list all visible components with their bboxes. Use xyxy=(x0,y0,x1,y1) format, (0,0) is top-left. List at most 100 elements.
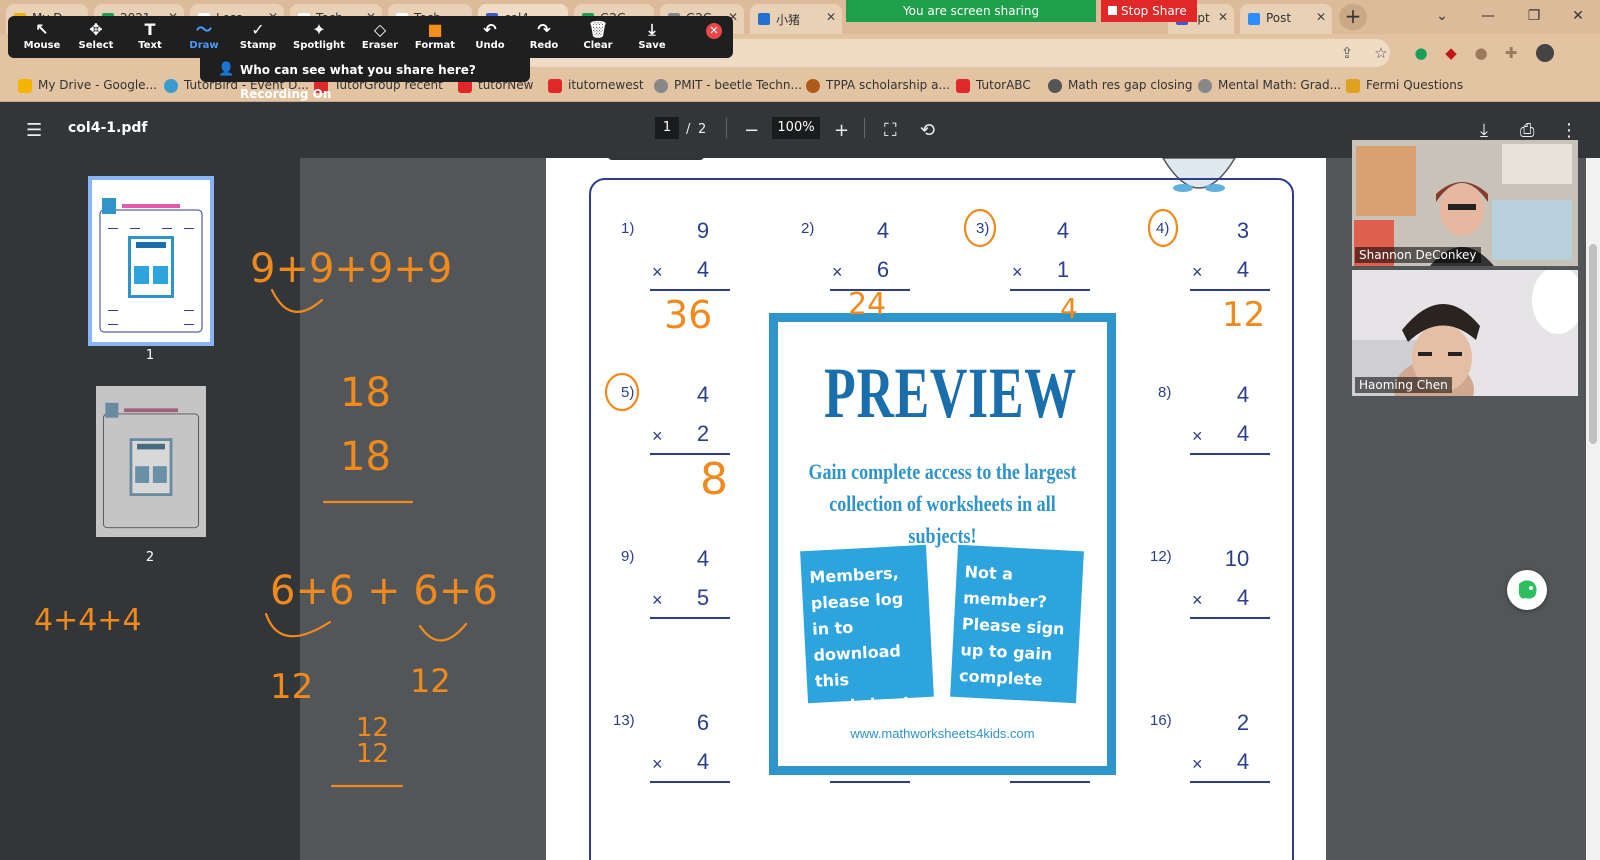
close-window-icon[interactable]: ✕ xyxy=(1556,0,1600,34)
globe-icon xyxy=(654,79,668,93)
problem-number: 1) xyxy=(621,220,635,237)
bookmark-item[interactable]: My Drive - Google... xyxy=(18,78,157,93)
scrollbar-thumb[interactable] xyxy=(1589,244,1597,444)
bookmark-item[interactable]: TutorABC xyxy=(956,78,1031,93)
members-login-card[interactable]: Members, please log in to download this … xyxy=(800,544,934,717)
browser-tab[interactable]: 小猪 ✕ xyxy=(750,4,842,34)
download-icon: ⤓ xyxy=(648,20,656,39)
stop-share-button[interactable]: Stop Share xyxy=(1101,0,1197,22)
eraser-icon: ◇ xyxy=(373,20,387,39)
redo-tool[interactable]: ↷ Redo xyxy=(516,20,572,56)
menu-icon[interactable]: ☰ xyxy=(26,120,42,141)
annotation-toolbar: ↖ Mouse ✥ Select T Text 〜 Draw ✓ Stamp ✦ Spotl… xyxy=(8,16,733,58)
problem-top-number: 4 xyxy=(696,382,710,407)
print-icon[interactable]: ⎙ xyxy=(1520,120,1534,141)
participant-video-tile[interactable]: Shannon DeConkey xyxy=(1352,140,1578,266)
avatar[interactable] xyxy=(1536,44,1554,62)
color-swatch-icon: ■ xyxy=(427,20,443,39)
times-sign: × xyxy=(832,262,843,282)
zoom-level-input[interactable]: 100% xyxy=(772,117,820,139)
more-options-icon[interactable]: ⋮ xyxy=(1560,120,1578,141)
bookmark-icon xyxy=(956,79,970,93)
problem-bottom-number: 4 xyxy=(1236,749,1250,774)
stop-icon xyxy=(1108,6,1117,15)
answer-line xyxy=(650,617,730,619)
save-tool[interactable]: ⤓ Save xyxy=(624,20,680,56)
bookmark-icon xyxy=(1346,79,1360,93)
evernote-button[interactable] xyxy=(1507,570,1547,610)
times-sign: × xyxy=(652,262,663,282)
restore-icon[interactable]: ❐ xyxy=(1512,0,1556,34)
minimize-icon[interactable]: — xyxy=(1466,0,1510,34)
new-tab-button[interactable]: + xyxy=(1339,4,1367,30)
tool-label: Select xyxy=(78,40,114,51)
close-toolbar-icon[interactable]: ✕ xyxy=(706,23,722,39)
format-tool[interactable]: ■ Format xyxy=(407,20,463,56)
browser-tab[interactable]: Post ✕ xyxy=(1240,4,1332,34)
signup-card[interactable]: Not a member? Please sign up to gain com… xyxy=(950,544,1084,714)
star-icon[interactable]: ☆ xyxy=(1372,44,1390,62)
tab-favicon xyxy=(1248,13,1260,25)
select-tool[interactable]: ✥ Select xyxy=(68,20,124,56)
problem-number: 8) xyxy=(1158,384,1172,401)
bookmark-item[interactable]: TPPA scholarship a... xyxy=(806,78,950,93)
squiggle-icon: 〜 xyxy=(195,20,212,39)
problem-top-number: 4 xyxy=(876,218,890,243)
close-tab-icon[interactable]: ✕ xyxy=(826,10,836,24)
tool-label: Save xyxy=(638,40,666,51)
clear-tool[interactable]: 🗑 Clear xyxy=(570,20,626,56)
header-box xyxy=(608,150,704,160)
bookmark-item[interactable]: Fermi Questions xyxy=(1346,78,1463,93)
bookmark-item[interactable]: Mental Math: Grad... xyxy=(1198,78,1341,93)
ublock-extension-icon[interactable]: ◆ xyxy=(1442,44,1460,62)
problem-number: 5) xyxy=(621,384,635,401)
download-icon[interactable]: ⤓ xyxy=(1480,120,1488,141)
screen-sharing-banner: You are screen sharing xyxy=(846,0,1096,22)
problem-bottom-number: 4 xyxy=(696,749,710,774)
page-number-input[interactable]: 1 xyxy=(655,117,679,139)
drive-icon xyxy=(18,79,32,93)
bookmark-item[interactable]: itutornewest xyxy=(548,78,644,93)
bookmark-item[interactable]: PMIT - beetle Techn... xyxy=(654,78,802,93)
preview-line-1: Gain complete access to the largest xyxy=(808,459,1077,484)
answer-line xyxy=(830,289,910,291)
globe-icon xyxy=(1048,79,1062,93)
close-tab-icon[interactable]: ✕ xyxy=(1316,10,1326,24)
extension-icon[interactable]: ● xyxy=(1472,44,1490,62)
problem-number: 4) xyxy=(1156,220,1170,237)
share-icon[interactable]: ⇪ xyxy=(1338,44,1356,62)
problem-top-number: 2 xyxy=(1236,710,1250,735)
recording-notice[interactable]: 👤 Who can see what you share here? Record… xyxy=(200,58,530,101)
answer-line xyxy=(1190,617,1270,619)
zoom-in-icon[interactable]: + xyxy=(834,120,849,141)
page-thumbnail-2[interactable] xyxy=(96,386,206,538)
chevron-down-icon[interactable]: ⌄ xyxy=(1420,0,1464,34)
tool-label: Draw xyxy=(189,40,219,51)
bookmark-label: Math res gap closing xyxy=(1068,78,1193,92)
page-scrollbar[interactable] xyxy=(1586,158,1600,860)
problem-top-number: 9 xyxy=(696,218,710,243)
rotate-icon[interactable]: ⟲ xyxy=(920,120,935,141)
toolbar-divider xyxy=(864,118,865,138)
mouse-tool[interactable]: ↖ Mouse xyxy=(14,20,70,56)
evernote-extension-icon[interactable]: ● xyxy=(1412,44,1430,62)
zoom-out-icon[interactable]: − xyxy=(744,120,759,141)
cursor-icon: ↖ xyxy=(35,20,49,39)
tutorbird-icon xyxy=(164,79,178,93)
puzzle-icon[interactable]: ✚ xyxy=(1502,44,1520,62)
close-tab-icon[interactable]: ✕ xyxy=(1218,10,1228,24)
spotlight-tool[interactable]: ✦ Spotlight xyxy=(291,20,347,56)
thumbnail-label: 1 xyxy=(145,348,155,363)
draw-tool[interactable]: 〜 Draw xyxy=(176,20,232,56)
stamp-tool[interactable]: ✓ Stamp xyxy=(230,20,286,56)
text-tool[interactable]: T Text xyxy=(122,20,178,56)
page-thumbnail-1[interactable] xyxy=(88,176,214,346)
fit-page-icon[interactable]: ⛶ xyxy=(884,120,897,141)
eraser-tool[interactable]: ◇ Eraser xyxy=(352,20,408,56)
preview-url-link[interactable]: www.mathworksheets4kids.com xyxy=(778,726,1107,741)
participant-video-tile[interactable]: Haoming Chen xyxy=(1352,270,1578,396)
undo-tool[interactable]: ↶ Undo xyxy=(462,20,518,56)
bookmark-item[interactable]: Math res gap closing xyxy=(1048,78,1193,93)
times-sign: × xyxy=(1192,262,1203,282)
problem-bottom-number: 4 xyxy=(1236,257,1250,282)
